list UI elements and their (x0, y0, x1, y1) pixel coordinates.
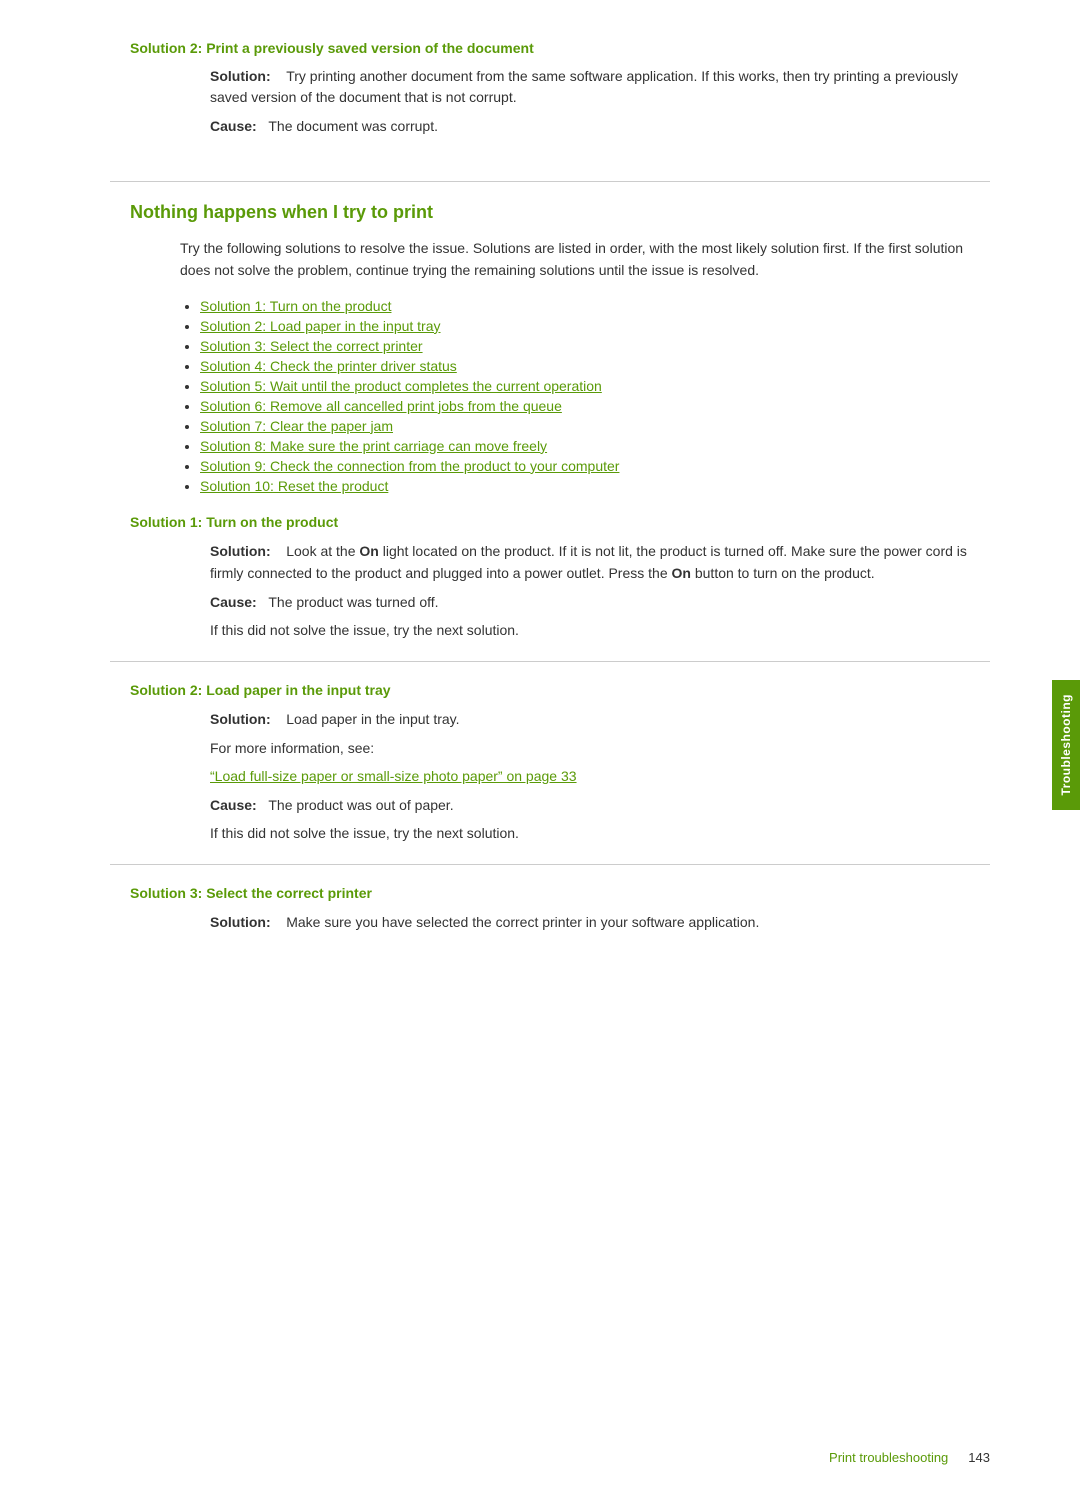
content-area: Solution 2: Print a previously saved ver… (110, 40, 990, 934)
list-link-5[interactable]: Solution 5: Wait until the product compl… (200, 378, 602, 394)
side-tab-label: Troubleshooting (1059, 694, 1073, 796)
solution2-cause: Cause: The product was out of paper. (210, 794, 990, 816)
top-cause-line: Cause: The document was corrupt. (210, 116, 990, 137)
solution2-cause-text: The product was out of paper. (268, 797, 453, 813)
list-link-4[interactable]: Solution 4: Check the printer driver sta… (200, 358, 457, 374)
solution2-content: Load paper in the input tray. (286, 711, 459, 727)
list-item: Solution 8: Make sure the print carriage… (200, 438, 990, 454)
solution3-section: Solution 3: Select the correct printer S… (110, 885, 990, 933)
solution3-body: Solution: Make sure you have selected th… (210, 911, 990, 933)
top-cause-label: Cause: (210, 118, 257, 134)
divider-top (110, 181, 990, 182)
solution2-section: Solution 2: Load paper in the input tray… (110, 682, 990, 844)
side-tab: Troubleshooting (1052, 680, 1080, 810)
solution1-cause-label: Cause: (210, 594, 257, 610)
solution1-bold2: On (672, 565, 691, 581)
solution2-text: Solution: Load paper in the input tray. (210, 708, 990, 730)
solution2-next: If this did not solve the issue, try the… (210, 822, 990, 844)
solution1-cause: Cause: The product was turned off. (210, 591, 990, 613)
solution1-part1: Look at the (286, 543, 359, 559)
footer-label: Print troubleshooting (829, 1450, 948, 1465)
solution1-bold1: On (359, 543, 378, 559)
solution1-next: If this did not solve the issue, try the… (210, 619, 990, 641)
list-link-8[interactable]: Solution 8: Make sure the print carriage… (200, 438, 547, 454)
solution1-text: Solution: Look at the On light located o… (210, 540, 990, 585)
solution2-body: Solution: Load paper in the input tray. … (210, 708, 990, 844)
main-section-intro: Try the following solutions to resolve t… (110, 237, 990, 282)
divider-2 (110, 864, 990, 865)
list-item: Solution 2: Load paper in the input tray (200, 318, 990, 334)
list-link-2[interactable]: Solution 2: Load paper in the input tray (200, 318, 441, 334)
list-item: Solution 10: Reset the product (200, 478, 990, 494)
solution2-heading: Solution 2: Load paper in the input tray (130, 682, 990, 698)
top-solution-body: Solution: Try printing another document … (210, 66, 990, 137)
solution3-text: Solution: Make sure you have selected th… (210, 911, 990, 933)
top-solution-label: Solution: (210, 68, 271, 84)
solution2-link-anchor[interactable]: “Load full-size paper or small-size phot… (210, 768, 577, 784)
solution1-heading: Solution 1: Turn on the product (130, 514, 990, 530)
list-item: Solution 9: Check the connection from th… (200, 458, 990, 474)
top-section: Solution 2: Print a previously saved ver… (110, 40, 990, 161)
list-link-7[interactable]: Solution 7: Clear the paper jam (200, 418, 393, 434)
solution2-label: Solution: (210, 711, 271, 727)
top-solution-content: Try printing another document from the s… (210, 68, 958, 105)
top-cause-text: The document was corrupt. (268, 118, 438, 134)
page-footer: Print troubleshooting 143 (829, 1450, 990, 1465)
solution-list: Solution 1: Turn on the product Solution… (110, 298, 990, 494)
solution2-link: “Load full-size paper or small-size phot… (210, 765, 990, 787)
list-link-1[interactable]: Solution 1: Turn on the product (200, 298, 391, 314)
footer-page-number: 143 (968, 1450, 990, 1465)
divider-1 (110, 661, 990, 662)
solution1-section: Solution 1: Turn on the product Solution… (110, 514, 990, 642)
top-solution-text: Solution: Try printing another document … (210, 66, 990, 108)
page-container: Troubleshooting Solution 2: Print a prev… (0, 0, 1080, 1495)
list-item: Solution 5: Wait until the product compl… (200, 378, 990, 394)
list-link-3[interactable]: Solution 3: Select the correct printer (200, 338, 423, 354)
top-solution-heading: Solution 2: Print a previously saved ver… (130, 40, 990, 56)
list-link-6[interactable]: Solution 6: Remove all cancelled print j… (200, 398, 562, 414)
solution2-more-info: For more information, see: (210, 737, 990, 759)
solution1-part3: button to turn on the product. (691, 565, 875, 581)
solution1-cause-text: The product was turned off. (268, 594, 438, 610)
list-link-10[interactable]: Solution 10: Reset the product (200, 478, 388, 494)
solution1-body: Solution: Look at the On light located o… (210, 540, 990, 642)
solution3-label: Solution: (210, 914, 271, 930)
main-section-heading: Nothing happens when I try to print (110, 202, 990, 223)
solution2-cause-label: Cause: (210, 797, 257, 813)
list-link-9[interactable]: Solution 9: Check the connection from th… (200, 458, 619, 474)
list-item: Solution 3: Select the correct printer (200, 338, 990, 354)
list-item: Solution 7: Clear the paper jam (200, 418, 990, 434)
solution1-label: Solution: (210, 543, 271, 559)
solution3-content: Make sure you have selected the correct … (286, 914, 759, 930)
list-item: Solution 4: Check the printer driver sta… (200, 358, 990, 374)
list-item: Solution 6: Remove all cancelled print j… (200, 398, 990, 414)
list-item: Solution 1: Turn on the product (200, 298, 990, 314)
solution3-heading: Solution 3: Select the correct printer (130, 885, 990, 901)
